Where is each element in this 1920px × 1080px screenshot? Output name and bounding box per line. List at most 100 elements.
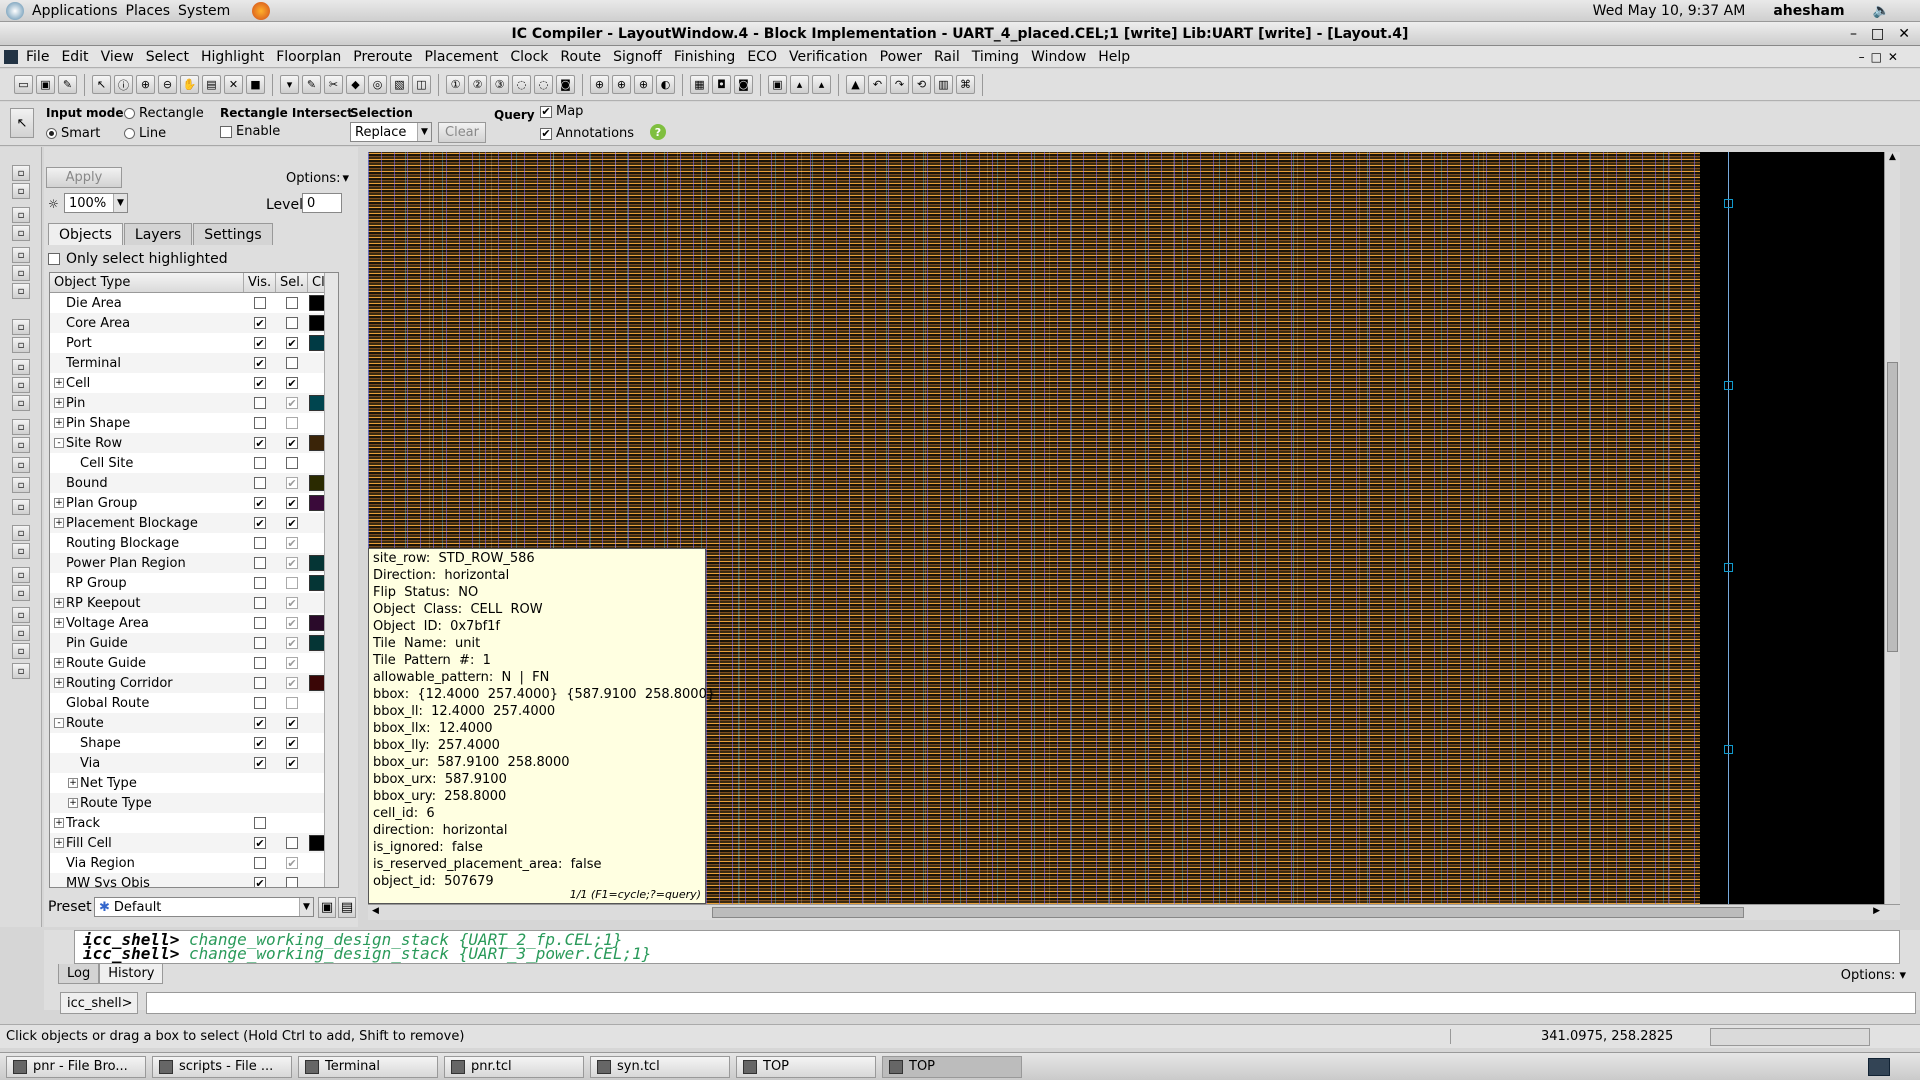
visible-checkbox[interactable]: ✔ (254, 757, 266, 769)
toolbar-tool-icon[interactable]: ↖ (92, 75, 111, 94)
maximize-icon[interactable]: □ (1871, 26, 1884, 42)
annotations-checkbox[interactable]: ✔ Annotations (540, 126, 634, 141)
vertical-tool-icon[interactable]: ▫ (12, 477, 30, 493)
mdi-window-controls[interactable]: –□✕ (1853, 50, 1910, 64)
toolbar-tool-icon[interactable]: ↷ (890, 75, 909, 94)
visible-checkbox[interactable] (254, 557, 266, 569)
expand-toggle-icon[interactable]: + (54, 518, 64, 528)
toolbar-tool-icon[interactable]: ⟲ (912, 75, 931, 94)
workspace-switcher-icon[interactable] (1868, 1057, 1890, 1076)
only-select-highlighted-checkbox[interactable]: Only select highlighted (48, 251, 228, 267)
toolbar-tool-icon[interactable]: ▴ (812, 75, 831, 94)
line-radio[interactable]: Line (124, 126, 166, 141)
toolbar-tool-icon[interactable]: ◐ (656, 75, 675, 94)
taskbar-item[interactable]: pnr - File Bro... (6, 1055, 146, 1078)
visible-checkbox[interactable]: ✔ (254, 317, 266, 329)
volume-icon[interactable]: 🔈 (1873, 3, 1890, 19)
vertical-tool-icon[interactable]: ▫ (12, 607, 30, 623)
toolbar-tool-icon[interactable]: ▣ (36, 75, 55, 94)
selectable-checkbox[interactable] (286, 877, 298, 887)
vertical-tool-icon[interactable]: ▫ (12, 183, 30, 199)
menu-window[interactable]: Window (1025, 49, 1092, 65)
visible-checkbox[interactable]: ✔ (254, 337, 266, 349)
table-row[interactable]: Routing Blockage ✔ (50, 533, 338, 553)
toolbar-tool-icon[interactable]: ◌ (512, 75, 531, 94)
port-marker[interactable] (1724, 563, 1733, 572)
selectable-checkbox[interactable]: ✔ (286, 497, 298, 509)
table-row[interactable]: + Plan Group ✔ ✔ (50, 493, 338, 513)
smart-radio[interactable]: Smart (46, 126, 100, 141)
taskbar-item[interactable]: Terminal (298, 1055, 438, 1078)
taskbar-item[interactable]: syn.tcl (590, 1055, 730, 1078)
user-name[interactable]: ahesham (1773, 3, 1844, 19)
vertical-tool-icon[interactable]: ▫ (12, 499, 30, 515)
toolbar-tool-icon[interactable]: ◎ (368, 75, 387, 94)
port-marker[interactable] (1724, 745, 1733, 754)
visible-checkbox[interactable] (254, 697, 266, 709)
console-output[interactable]: icc_shell> change_working_design_stack {… (74, 930, 1900, 964)
selectable-checkbox[interactable]: ✔ (286, 377, 298, 389)
selectable-checkbox[interactable] (286, 297, 298, 309)
menu-floorplan[interactable]: Floorplan (270, 49, 347, 65)
vertical-tool-icon[interactable]: ▫ (12, 437, 30, 453)
visible-checkbox[interactable] (254, 457, 266, 469)
vertical-tool-icon[interactable]: ▫ (12, 567, 30, 583)
visible-checkbox[interactable]: ✔ (254, 877, 266, 887)
map-checkbox[interactable]: ✔ Map (540, 104, 583, 119)
table-row[interactable]: + Placement Blockage ✔ ✔ (50, 513, 338, 533)
menu-verification[interactable]: Verification (783, 49, 874, 65)
toolbar-tool-icon[interactable]: ▦ (690, 75, 709, 94)
visible-checkbox[interactable]: ✔ (254, 717, 266, 729)
zoom-select[interactable]: 100% ▼ (64, 193, 128, 213)
toolbar-tool-icon[interactable]: ✎ (58, 75, 77, 94)
expand-toggle-icon[interactable]: - (54, 718, 64, 728)
toolbar-tool-icon[interactable]: ◘ (712, 75, 731, 94)
menu-timing[interactable]: Timing (966, 49, 1025, 65)
vertical-tool-icon[interactable]: ▫ (12, 457, 30, 473)
table-row[interactable]: Core Area ✔ (50, 313, 338, 333)
toolbar-tool-icon[interactable]: ◆ (346, 75, 365, 94)
vertical-tool-icon[interactable]: ▫ (12, 225, 30, 241)
expand-toggle-icon[interactable]: + (68, 778, 78, 788)
port-marker[interactable] (1724, 199, 1733, 208)
toolbar-tool-icon[interactable]: ◫ (412, 75, 431, 94)
selectable-checkbox[interactable]: ✔ (286, 677, 298, 689)
toolbar-tool-icon[interactable]: ▣ (768, 75, 787, 94)
table-row[interactable]: + Pin Shape (50, 413, 338, 433)
visible-checkbox[interactable] (254, 417, 266, 429)
vertical-scroll-thumb[interactable] (1887, 362, 1898, 652)
selectable-checkbox[interactable] (286, 417, 298, 429)
menu-highlight[interactable]: Highlight (195, 49, 270, 65)
table-row[interactable]: Global Route (50, 693, 338, 713)
rectangle-radio[interactable]: Rectangle (124, 106, 204, 121)
apply-button[interactable]: Apply (46, 167, 122, 188)
toolbar-tool-icon[interactable]: ⓘ (114, 75, 133, 94)
tab-history[interactable]: History (99, 964, 164, 984)
selectable-checkbox[interactable]: ✔ (286, 597, 298, 609)
table-row[interactable]: Shape ✔ ✔ (50, 733, 338, 753)
toolbar-tool-icon[interactable]: ⊕ (590, 75, 609, 94)
menu-help[interactable]: Help (1092, 49, 1136, 65)
toolbar-tool-icon[interactable]: ② (468, 75, 487, 94)
menu-edit[interactable]: Edit (55, 49, 94, 65)
visible-checkbox[interactable] (254, 577, 266, 589)
toolbar-tool-icon[interactable]: ① (446, 75, 465, 94)
selectable-checkbox[interactable]: ✔ (286, 617, 298, 629)
toolbar-tool-icon[interactable]: ◙ (556, 75, 575, 94)
table-row[interactable]: + Fill Cell ✔ (50, 833, 338, 853)
taskbar-item[interactable]: TOP (882, 1055, 1022, 1078)
menu-finishing[interactable]: Finishing (668, 49, 742, 65)
tab-log[interactable]: Log (58, 964, 100, 984)
table-row[interactable]: RP Group (50, 573, 338, 593)
selectable-checkbox[interactable]: ✔ (286, 557, 298, 569)
taskbar-item[interactable]: scripts - File ... (152, 1055, 292, 1078)
visible-checkbox[interactable] (254, 297, 266, 309)
column-vis[interactable]: Vis. (244, 273, 276, 292)
table-row[interactable]: + Cell ✔ ✔ (50, 373, 338, 393)
visible-checkbox[interactable]: ✔ (254, 357, 266, 369)
selectable-checkbox[interactable]: ✔ (286, 397, 298, 409)
selectable-checkbox[interactable]: ✔ (286, 757, 298, 769)
vertical-tool-icon[interactable]: ▫ (12, 319, 30, 335)
canvas-horizontal-scrollbar[interactable]: ◀ ▶ (368, 904, 1900, 920)
column-sel[interactable]: Sel. (276, 273, 308, 292)
